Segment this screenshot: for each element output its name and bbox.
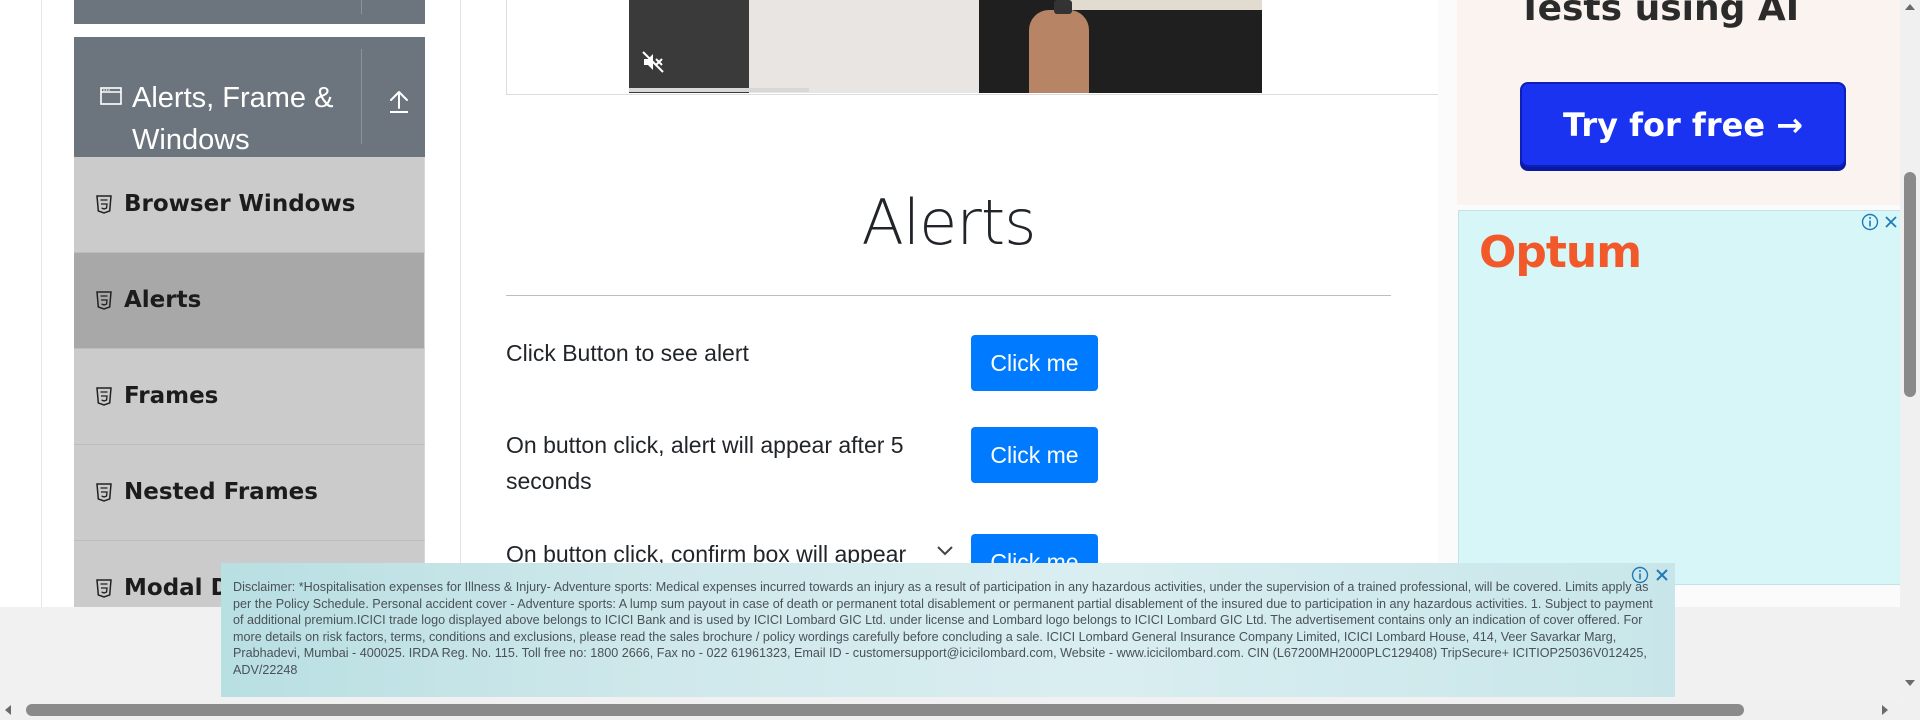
page: Alerts, Frame & Windows Browser Windows … [0,0,1900,700]
ad-info-icon[interactable] [1631,566,1649,584]
video-frame-watch [1054,0,1072,14]
video-frame-desk-edge [1059,0,1262,10]
horizontal-scrollbar[interactable] [0,700,1900,720]
window-icon [100,87,122,105]
sidebar-item-label: Frames [124,383,219,409]
sidebar-item-alerts[interactable]: Alerts [74,253,425,349]
collapse-up-icon[interactable] [386,87,412,115]
ad-close-icon[interactable] [1883,213,1899,231]
ad-heading: Tests using AI [1517,0,1800,29]
sidebar-item-nested-frames[interactable]: Nested Frames [74,445,425,541]
vertical-scrollbar[interactable] [1900,0,1920,700]
sidebar-item-label: Nested Frames [124,479,318,505]
ad-insurance-disclaimer[interactable]: Disclaimer: *Hospitalisation expenses fo… [221,563,1675,697]
header-separator [361,49,362,144]
html5-file-icon [96,579,112,598]
ad-close-icon[interactable] [1653,566,1671,584]
try-for-free-button[interactable]: Try for free → [1520,82,1846,167]
header-separator [361,0,362,14]
video-player[interactable] [629,0,1262,93]
scroll-left-arrow-icon[interactable] [3,704,13,716]
scroll-right-arrow-icon[interactable] [1880,704,1890,716]
sidebar-divider [460,0,461,610]
video-frame-shirt [749,0,979,93]
sidebar-group-header-alerts[interactable]: Alerts, Frame & Windows [74,37,425,157]
video-frame-desk [979,0,1262,93]
ad-disclaimer-text: Disclaimer: *Hospitalisation expenses fo… [233,580,1653,677]
html5-file-icon [96,387,112,406]
scroll-down-arrow-icon[interactable] [1904,678,1916,688]
html5-file-icon [96,291,112,310]
sidebar-group-header-previous[interactable] [74,0,425,24]
sidebar-item-label: Browser Windows [124,191,356,217]
scrollbar-corner [1900,700,1920,720]
sidebar-group-title: Alerts, Frame & Windows [132,82,334,156]
sidebar: Alerts, Frame & Windows Browser Windows … [74,0,425,610]
page-title: Alerts [861,186,1037,259]
video-frame-arm [1029,10,1089,93]
horizontal-scroll-thumb[interactable] [26,704,1744,716]
optum-logo: Optum [1479,227,1642,278]
sidebar-item-frames[interactable]: Frames [74,349,425,445]
left-gutter-divider [41,0,42,610]
video-progress-bar[interactable] [629,88,809,92]
scroll-up-arrow-icon[interactable] [1904,2,1916,12]
vertical-scroll-thumb[interactable] [1904,172,1916,397]
timer-alert-button[interactable]: Click me [971,427,1098,483]
alert-row-label: Click Button to see alert [506,340,749,366]
html5-file-icon [96,483,112,502]
chevron-down-icon[interactable] [935,543,955,557]
sidebar-item-browser-windows[interactable]: Browser Windows [74,157,425,253]
timer-alert-row-label: On button click, alert will appear after… [506,432,904,494]
html5-file-icon [96,195,112,214]
sidebar-item-label: Alerts [124,287,202,313]
mute-icon[interactable] [641,50,665,74]
title-divider [506,295,1391,296]
ad-info-icon[interactable] [1861,213,1879,231]
alert-button[interactable]: Click me [971,335,1098,391]
ad-optum[interactable]: Optum [1458,210,1900,585]
ad-ai-testing[interactable]: Tests using AI Try for free → [1457,0,1900,205]
